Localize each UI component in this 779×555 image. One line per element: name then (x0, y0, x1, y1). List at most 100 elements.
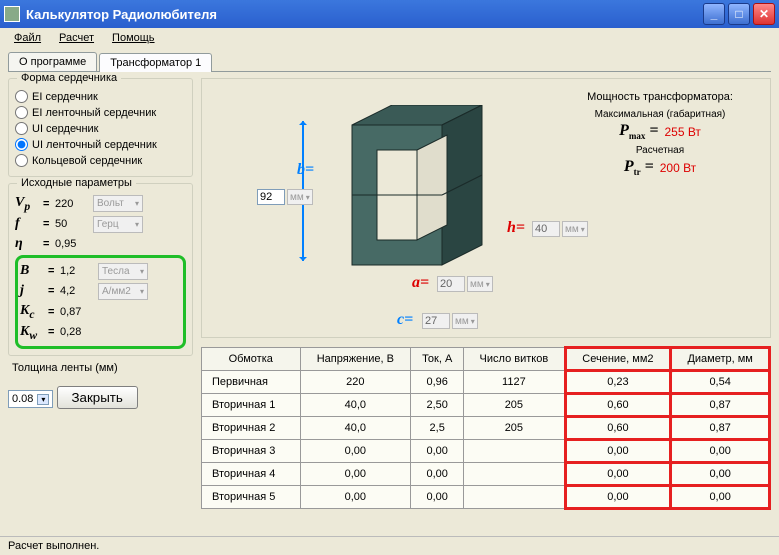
radio-label: EI ленточный сердечник (32, 107, 156, 119)
dim-c-label: c= (397, 311, 413, 329)
table-cell[interactable]: 0,00 (565, 440, 671, 463)
table-cell[interactable]: 0,87 (671, 394, 770, 417)
param-vp-val[interactable]: 220 (55, 198, 93, 210)
table-cell[interactable]: 0,00 (671, 486, 770, 509)
param-j-val[interactable]: 4,2 (60, 285, 98, 297)
table-cell[interactable]: 2,5 (411, 417, 464, 440)
param-vp-sym: Vp (15, 195, 43, 213)
table-cell[interactable]: 0,87 (671, 417, 770, 440)
param-b-sym: B (20, 263, 48, 279)
table-row: Вторичная 140,02,502050,600,87 (202, 394, 770, 417)
table-cell[interactable]: 0,60 (565, 417, 671, 440)
table-cell[interactable]: Вторичная 5 (202, 486, 301, 509)
power-max-sym: Pmax = (619, 122, 658, 141)
power-tr-label: Расчетная (560, 145, 760, 156)
table-cell[interactable]: 0,00 (671, 440, 770, 463)
dim-b-input[interactable]: мм (257, 189, 313, 205)
table-row: Вторичная 240,02,52050,600,87 (202, 417, 770, 440)
table-cell[interactable]: 0,00 (411, 486, 464, 509)
table-cell[interactable]: 0,00 (671, 463, 770, 486)
tab-about[interactable]: О программе (8, 52, 97, 71)
th-section: Сечение, мм2 (565, 348, 671, 371)
core-form-legend: Форма сердечника (17, 72, 121, 84)
table-cell[interactable]: 40,0 (300, 394, 411, 417)
th-turns: Число витков (464, 348, 565, 371)
table-row: Первичная2200,9611270,230,54 (202, 371, 770, 394)
close-button[interactable]: Закрыть (57, 386, 138, 409)
param-kw-val[interactable]: 0,28 (60, 326, 98, 338)
table-cell[interactable]: 2,50 (411, 394, 464, 417)
param-f-val[interactable]: 50 (55, 218, 93, 230)
dim-c-input[interactable]: мм (422, 313, 478, 329)
table-cell[interactable]: 0,96 (411, 371, 464, 394)
table-cell[interactable]: 0,00 (565, 486, 671, 509)
dim-b-label: b= (297, 161, 314, 179)
param-kc-sym: Kc (20, 303, 48, 321)
menu-help[interactable]: Помощь (104, 30, 163, 46)
table-cell[interactable]: Вторичная 1 (202, 394, 301, 417)
table-cell[interactable]: 0,00 (300, 440, 411, 463)
table-cell[interactable]: 0,54 (671, 371, 770, 394)
table-cell[interactable] (464, 463, 565, 486)
core-diagram: b= мм h= мм a= мм c= мм Мощность трансфо… (201, 78, 771, 338)
table-cell[interactable]: 0,00 (300, 486, 411, 509)
radio-ei-core[interactable]: EI сердечник (15, 90, 186, 103)
table-cell[interactable]: Первичная (202, 371, 301, 394)
table-cell[interactable]: 0,00 (300, 463, 411, 486)
table-row: Вторичная 50,000,000,000,00 (202, 486, 770, 509)
table-cell[interactable]: Вторичная 2 (202, 417, 301, 440)
power-max-val: 255 Вт (664, 125, 700, 139)
table-cell[interactable]: 0,00 (411, 440, 464, 463)
tab-transformer-1[interactable]: Трансформатор 1 (99, 53, 212, 72)
app-icon (4, 6, 20, 22)
param-vp-unit[interactable]: Вольт (93, 195, 143, 212)
param-f-unit[interactable]: Герц (93, 216, 143, 233)
param-j-unit[interactable]: А/мм2 (98, 283, 148, 300)
param-f-sym: f (15, 216, 43, 232)
table-cell[interactable]: Вторичная 4 (202, 463, 301, 486)
param-eta-val[interactable]: 0,95 (55, 238, 93, 250)
radio-ei-tape-core[interactable]: EI ленточный сердечник (15, 106, 186, 119)
radio-ui-core[interactable]: UI сердечник (15, 122, 186, 135)
core-form-group: Форма сердечника EI сердечник EI ленточн… (8, 78, 193, 177)
table-cell[interactable]: 220 (300, 371, 411, 394)
maximize-button[interactable]: □ (728, 3, 750, 25)
minimize-button[interactable]: _ (703, 3, 725, 25)
param-b-unit[interactable]: Тесла (98, 263, 148, 280)
menu-calc[interactable]: Расчет (51, 30, 102, 46)
power-title: Мощность трансформатора: (560, 91, 760, 103)
table-cell[interactable]: Вторичная 3 (202, 440, 301, 463)
table-cell[interactable]: 40,0 (300, 417, 411, 440)
table-cell[interactable]: 0,60 (565, 394, 671, 417)
close-window-button[interactable]: ✕ (753, 3, 775, 25)
radio-ring-core[interactable]: Кольцевой сердечник (15, 154, 186, 167)
core-3d-icon (322, 105, 512, 285)
table-cell[interactable]: 205 (464, 394, 565, 417)
th-current: Ток, А (411, 348, 464, 371)
windings-table: Обмотка Напряжение, В Ток, А Число витко… (201, 346, 771, 510)
dim-a-input[interactable]: мм (437, 276, 493, 292)
power-tr-val: 200 Вт (660, 161, 696, 175)
title-bar: Калькулятор Радиолюбителя _ □ ✕ (0, 0, 779, 28)
radio-ui-tape-core[interactable]: UI ленточный сердечник (15, 138, 186, 151)
param-kc-val[interactable]: 0,87 (60, 306, 98, 318)
table-cell[interactable]: 0,00 (565, 463, 671, 486)
table-cell[interactable]: 1127 (464, 371, 565, 394)
radio-label: UI сердечник (32, 123, 98, 135)
table-cell[interactable]: 0,23 (565, 371, 671, 394)
radio-label: EI сердечник (32, 91, 98, 103)
th-winding: Обмотка (202, 348, 301, 371)
table-cell[interactable] (464, 440, 565, 463)
dim-h-input[interactable]: мм (532, 221, 588, 237)
table-cell[interactable]: 205 (464, 417, 565, 440)
source-params-legend: Исходные параметры (17, 177, 136, 189)
thickness-select[interactable]: 0.08 (8, 390, 53, 408)
param-b-val[interactable]: 1,2 (60, 265, 98, 277)
table-cell[interactable] (464, 486, 565, 509)
status-bar: Расчет выполнен. (0, 536, 779, 555)
table-cell[interactable]: 0,00 (411, 463, 464, 486)
th-diameter: Диаметр, мм (671, 348, 770, 371)
power-tr-sym: Ptr = (624, 158, 654, 177)
dim-h-label: h= (507, 219, 525, 237)
menu-file[interactable]: Файл (6, 30, 49, 46)
